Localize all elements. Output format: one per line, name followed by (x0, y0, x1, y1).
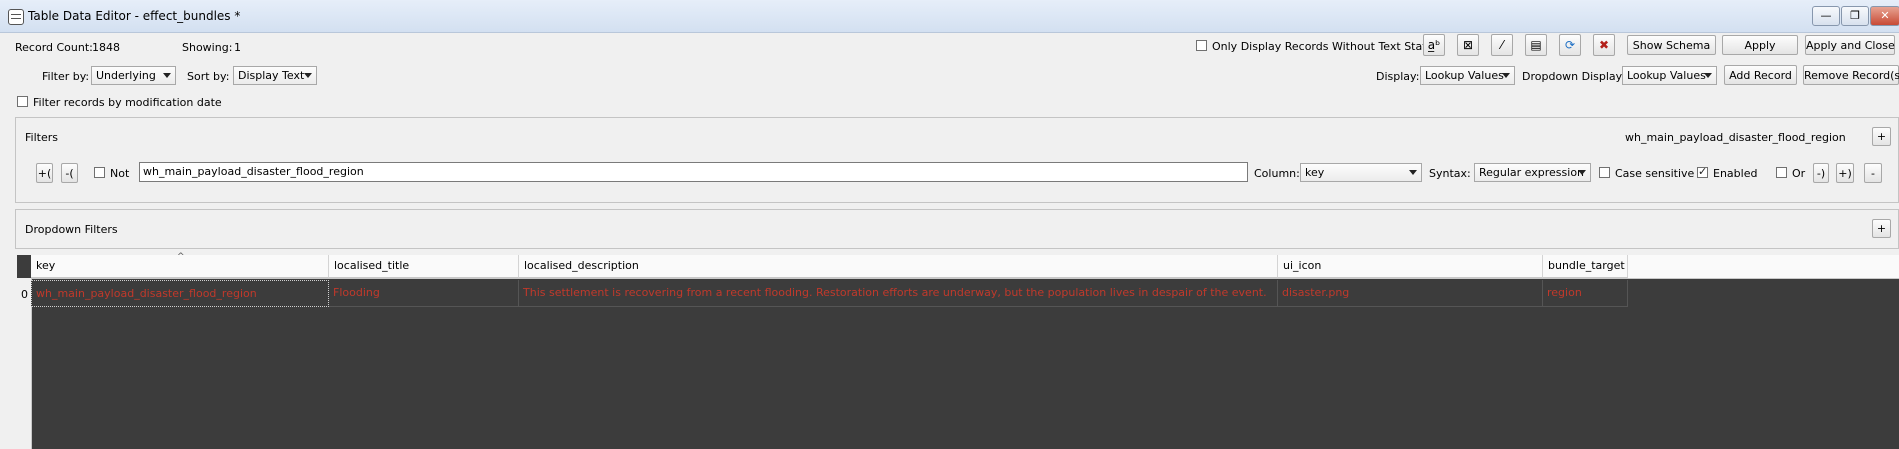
chevron-down-icon (163, 73, 171, 78)
showing-label: Showing: (182, 41, 233, 54)
filter-by-label: Filter by: (42, 70, 90, 83)
not-checkbox[interactable] (94, 167, 105, 178)
apply-button[interactable]: Apply (1722, 35, 1798, 55)
syntax-value: Regular expression (1479, 166, 1585, 179)
sort-by-dropdown[interactable]: Display Text (233, 66, 317, 85)
chevron-down-icon (1578, 170, 1586, 175)
sort-by-label: Sort by: (187, 70, 230, 83)
add-close-paren-button[interactable]: +) (1836, 163, 1854, 183)
maximize-button[interactable]: ❐ (1841, 6, 1869, 26)
filters-title: Filters (25, 131, 58, 144)
showing-value: 1 (234, 41, 241, 54)
sort-ascending-icon: ^ (177, 252, 185, 262)
display-value: Lookup Values (1425, 69, 1504, 82)
minimize-button[interactable]: — (1812, 6, 1840, 26)
only-display-without-text-state-label: Only Display Records Without Text State (1212, 40, 1434, 53)
remove-open-paren-button[interactable]: -( (61, 163, 78, 183)
clear-box-icon[interactable]: ⊠ (1457, 34, 1479, 56)
column-label: Column: (1254, 167, 1300, 180)
table-cell-localised-title[interactable]: Flooding (329, 280, 519, 307)
filters-panel (15, 117, 1899, 203)
chevron-down-icon (304, 73, 312, 78)
record-count-value: 1848 (92, 41, 120, 54)
row-index: 0 (21, 288, 28, 301)
dropdown-filters-panel (15, 209, 1899, 249)
or-checkbox[interactable] (1776, 167, 1787, 178)
text-state-icon[interactable]: a̲ᵇ (1423, 34, 1445, 56)
table-editor-icon (8, 9, 24, 25)
not-label: Not (110, 167, 130, 180)
display-dropdown[interactable]: Lookup Values (1420, 66, 1515, 85)
enabled-label: Enabled (1713, 167, 1758, 180)
chevron-down-icon (1409, 170, 1417, 175)
row-number-gutter (17, 278, 32, 449)
table-cell-bundle-target[interactable]: region (1543, 280, 1628, 307)
refresh-icon[interactable]: ⟳ (1559, 34, 1581, 56)
dropdown-display-dropdown[interactable]: Lookup Values (1622, 66, 1717, 85)
column-header-bundle-target[interactable]: bundle_target (1543, 255, 1628, 278)
filter-by-modification-date-label: Filter records by modification date (33, 96, 222, 109)
syntax-label: Syntax: (1429, 167, 1471, 180)
filter-by-modification-date-checkbox[interactable] (17, 96, 28, 107)
column-header-ui-icon[interactable]: ui_icon (1278, 255, 1543, 278)
add-record-button[interactable]: Add Record (1724, 65, 1797, 85)
add-open-paren-button[interactable]: +( (36, 163, 53, 183)
show-schema-button[interactable]: Show Schema (1627, 35, 1716, 55)
record-count-label: Record Count: (15, 41, 93, 54)
sort-by-value: Display Text (238, 69, 305, 82)
apply-and-close-button[interactable]: Apply and Close (1805, 35, 1895, 55)
window-title: Table Data Editor - effect_bundles * (28, 9, 241, 23)
column-value: key (1305, 166, 1325, 179)
filter-text-input[interactable]: wh_main_payload_disaster_flood_region (139, 162, 1248, 182)
add-filter-button[interactable]: + (1872, 127, 1891, 146)
case-sensitive-checkbox[interactable] (1599, 167, 1610, 178)
delete-x-icon[interactable]: ✖ (1593, 34, 1615, 56)
title-bar: Table Data Editor - effect_bundles * — ❐… (0, 0, 1899, 33)
column-header-localised-title[interactable]: localised_title (329, 255, 519, 278)
remove-records-button[interactable]: Remove Record(s) (1803, 65, 1899, 85)
filter-by-value: Underlying (96, 69, 156, 82)
column-header-localised-description[interactable]: localised_description (519, 255, 1278, 278)
document-icon[interactable]: ▤ (1525, 34, 1547, 56)
only-display-without-text-state-checkbox[interactable] (1196, 40, 1207, 51)
close-button[interactable]: ✕ (1870, 6, 1899, 26)
filter-by-dropdown[interactable]: Underlying (91, 66, 176, 85)
or-label: Or (1792, 167, 1806, 180)
remove-close-paren-button[interactable]: -) (1813, 163, 1829, 183)
chevron-down-icon (1704, 73, 1712, 78)
syntax-dropdown[interactable]: Regular expression (1474, 163, 1591, 182)
filters-summary: wh_main_payload_disaster_flood_region (1625, 131, 1846, 144)
column-dropdown[interactable]: key (1300, 163, 1422, 182)
table-cell-localised-description[interactable]: This settlement is recovering from a rec… (519, 280, 1278, 307)
dropdown-display-value: Lookup Values (1627, 69, 1706, 82)
table-cell-ui-icon[interactable]: disaster.png (1278, 280, 1543, 307)
case-sensitive-label: Case sensitive (1615, 167, 1695, 180)
table-cell-key[interactable]: wh_main_payload_disaster_flood_region (31, 280, 329, 307)
enabled-checkbox[interactable] (1697, 165, 1708, 178)
add-dropdown-filter-button[interactable]: + (1872, 219, 1891, 238)
remove-filter-button[interactable]: - (1864, 163, 1882, 183)
dropdown-display-label: Dropdown Display: (1522, 70, 1626, 83)
display-label: Display: (1376, 70, 1420, 83)
dropdown-filters-title: Dropdown Filters (25, 223, 118, 236)
edit-slash-icon[interactable]: ⁄ (1491, 34, 1513, 56)
chevron-down-icon (1502, 73, 1510, 78)
